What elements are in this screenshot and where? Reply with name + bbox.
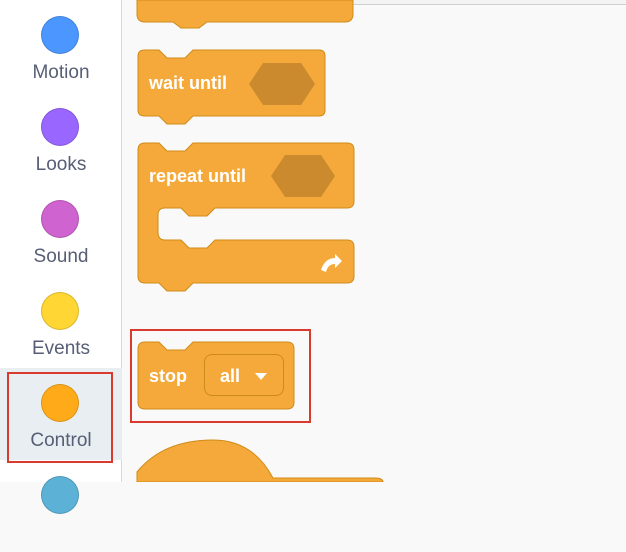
category-looks[interactable]: Looks [0,92,122,184]
category-motion[interactable]: Motion [0,0,122,92]
category-events[interactable]: Events [0,276,122,368]
repeat-until-label[interactable]: repeat until [149,166,246,187]
category-label: Looks [35,154,87,175]
sound-color-dot-icon [41,200,79,238]
category-sensing[interactable] [0,460,122,552]
wait-until-condition-slot [249,63,315,105]
partial-hat-block [136,439,384,482]
events-color-dot-icon [41,292,79,330]
category-label: Motion [32,62,90,83]
category-label: Events [31,338,91,359]
control-category-highlight [7,372,113,463]
partial-block-top [136,0,354,29]
motion-color-dot-icon [41,16,79,54]
stop-block-highlight [130,329,311,423]
category-sound[interactable]: Sound [0,184,122,276]
looks-color-dot-icon [41,108,79,146]
wait-until-label[interactable]: wait until [149,73,227,94]
category-label: Sound [33,246,89,267]
